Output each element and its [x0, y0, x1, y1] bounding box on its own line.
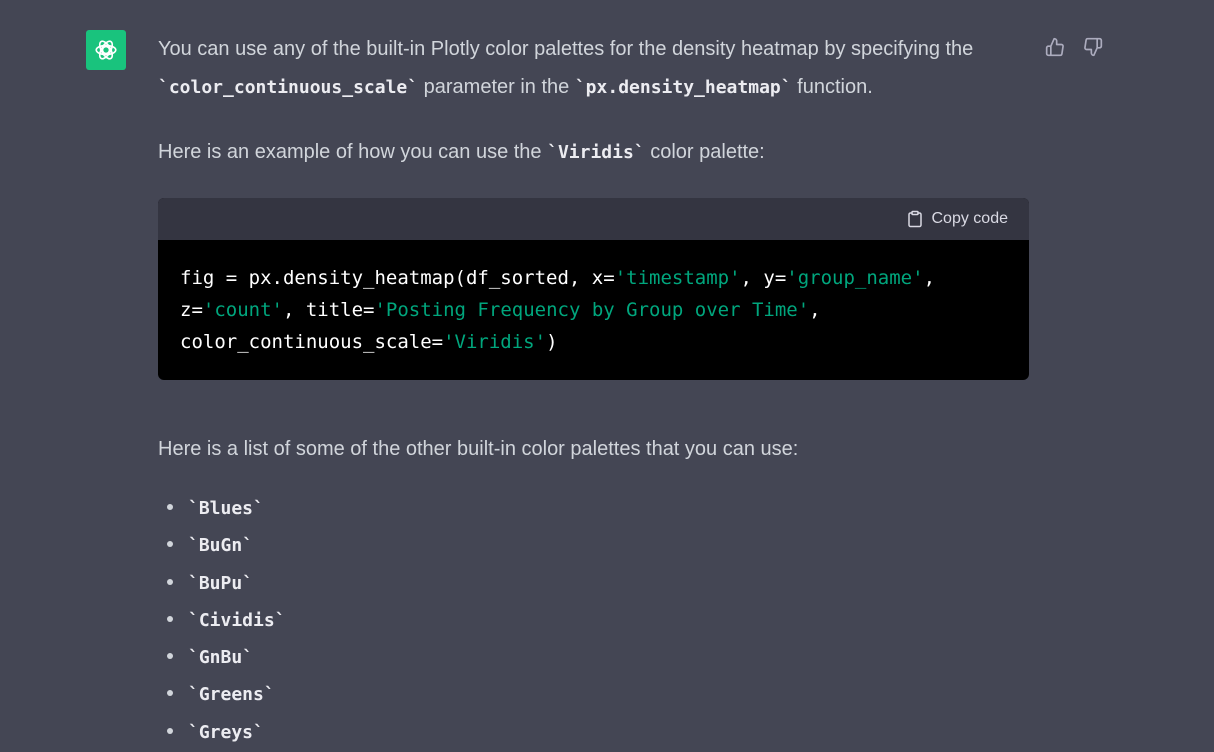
list-item: `BuGn` [158, 527, 1038, 564]
list-item: `Greens` [158, 676, 1038, 713]
code-string: 'Posting Frequency by Group over Time' [374, 299, 810, 321]
copy-code-label: Copy code [931, 210, 1009, 227]
palette-code: `GnBu` [188, 647, 254, 669]
code-block: Copy code fig = px.density_heatmap(df_so… [158, 198, 1029, 380]
palette-list: `Blues` `BuGn` `BuPu` `Cividis` `GnBu` `… [158, 490, 1038, 751]
code-string: 'Viridis' [443, 331, 547, 353]
code-block-header: Copy code [158, 198, 1029, 240]
clipboard-icon [907, 210, 922, 228]
code-string: 'count' [202, 299, 283, 321]
code-text: , [923, 267, 936, 289]
intro-text-3: function. [791, 76, 873, 98]
code-string: 'group_name' [786, 267, 924, 289]
example-text-2: color palette: [644, 141, 765, 163]
thumbs-up-button[interactable] [1044, 36, 1066, 58]
palette-code: `Blues` [188, 498, 264, 519]
thumbs-down-icon [1084, 37, 1103, 57]
list-item: `Cividis` [158, 602, 1038, 639]
intro-text: You can use any of the built-in Plotly c… [158, 38, 974, 60]
list-item: `Greys` [158, 714, 1038, 751]
code-text: fig = px.density_heatmap(df_sorted, x= [180, 267, 615, 289]
code-content: fig = px.density_heatmap(df_sorted, x='t… [158, 240, 1029, 380]
palette-code: `BuPu` [188, 572, 254, 594]
copy-code-button[interactable]: Copy code [906, 209, 1009, 229]
assistant-message: You can use any of the built-in Plotly c… [158, 30, 1038, 751]
intro-paragraph: You can use any of the built-in Plotly c… [158, 30, 1038, 107]
list-item: `Blues` [158, 490, 1038, 527]
code-text: , y= [740, 267, 787, 289]
palette-code: `Cividis` [188, 609, 286, 631]
inline-code-viridis: `Viridis` [547, 142, 645, 163]
code-text: color_continuous_scale= [180, 331, 444, 353]
assistant-avatar [86, 30, 126, 70]
code-text: ) [546, 331, 558, 353]
code-text: , title= [282, 299, 375, 321]
code-string: 'timestamp' [614, 267, 741, 289]
inline-code-density-heatmap: `px.density_heatmap` [574, 77, 792, 98]
example-text: Here is an example of how you can use th… [158, 141, 548, 163]
openai-logo-icon [95, 40, 117, 60]
example-paragraph: Here is an example of how you can use th… [158, 133, 1038, 172]
palette-code: `Greys` [188, 721, 264, 743]
inline-code-color-scale: `color_continuous_scale` [158, 77, 419, 98]
palette-code: `BuGn` [188, 535, 254, 557]
list-intro-paragraph: Here is a list of some of the other buil… [158, 438, 799, 460]
feedback-buttons [1044, 36, 1104, 58]
thumbs-down-button[interactable] [1082, 36, 1104, 58]
code-text: , [809, 299, 821, 321]
thumbs-up-icon [1045, 37, 1064, 57]
list-item: `BuPu` [158, 565, 1038, 602]
palette-code: `Greens` [188, 684, 275, 706]
list-item: `GnBu` [158, 639, 1038, 676]
intro-text-2: parameter in the [418, 76, 575, 98]
code-text: z= [180, 299, 203, 321]
